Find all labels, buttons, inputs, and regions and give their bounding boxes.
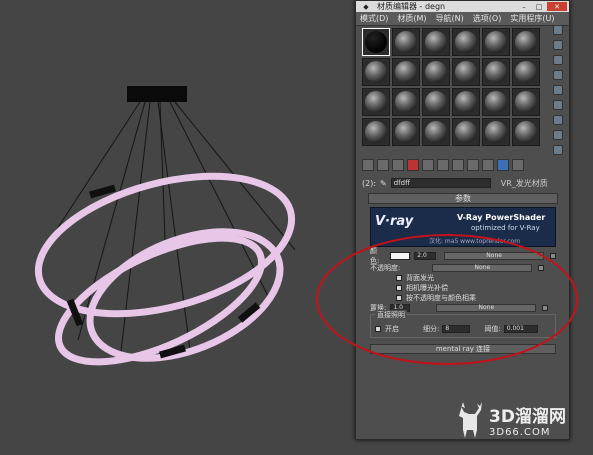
highlight-circle: [316, 234, 578, 365]
bottom-toolbar: [362, 159, 557, 173]
backlight-icon[interactable]: [553, 40, 563, 50]
menu-bar: 模式(D) 材质(M) 导航(N) 选项(O) 实用程序(U): [356, 12, 569, 26]
video-color-check-icon[interactable]: [553, 85, 563, 95]
material-slot-active[interactable]: [362, 28, 390, 56]
show-map-icon[interactable]: [467, 159, 479, 171]
menu-navigation[interactable]: 导航(N): [436, 13, 464, 24]
go-forward-icon[interactable]: [512, 159, 524, 171]
assign-material-icon[interactable]: [392, 159, 404, 171]
material-slot-label: (2):: [362, 178, 377, 188]
color-map-toggle[interactable]: [550, 253, 556, 259]
material-slot[interactable]: [512, 88, 540, 116]
go-to-parent-icon[interactable]: [497, 159, 509, 171]
select-by-material-icon[interactable]: [553, 130, 563, 140]
menu-utilities[interactable]: 实用程序(U): [510, 13, 554, 24]
material-slot[interactable]: [512, 28, 540, 56]
material-slot[interactable]: [362, 118, 390, 146]
material-slot[interactable]: [482, 88, 510, 116]
banner-title: V-Ray PowerShader: [457, 213, 546, 222]
material-slot[interactable]: [362, 58, 390, 86]
material-id-icon[interactable]: [452, 159, 464, 171]
material-slot[interactable]: [452, 118, 480, 146]
title-bar: ◆ 材质编辑器 - degn – □ ✕: [356, 1, 569, 12]
banner-subtitle: optimized for V-Ray: [471, 224, 540, 232]
material-slot[interactable]: [392, 28, 420, 56]
menu-mode[interactable]: 模式(D): [360, 13, 388, 24]
material-slot[interactable]: [482, 118, 510, 146]
watermark: 3D溜溜网 3D66.COM: [455, 396, 590, 444]
options-icon[interactable]: [553, 115, 563, 125]
material-slots: [362, 28, 542, 148]
maximize-icon[interactable]: □: [532, 2, 546, 11]
reset-map-icon[interactable]: [407, 159, 419, 171]
material-slot[interactable]: [482, 58, 510, 86]
make-unique-icon[interactable]: [422, 159, 434, 171]
material-navigator-icon[interactable]: [553, 145, 563, 155]
material-slot[interactable]: [422, 58, 450, 86]
material-slot[interactable]: [392, 118, 420, 146]
uv-tiling-icon[interactable]: [553, 70, 563, 80]
material-slot[interactable]: [452, 88, 480, 116]
watermark-main: 3D溜溜网: [489, 407, 566, 427]
material-name-field[interactable]: dfdff: [390, 178, 491, 188]
material-slot[interactable]: [362, 88, 390, 116]
material-slot[interactable]: [512, 118, 540, 146]
vray-logo: V·ray: [375, 214, 414, 229]
deer-logo-icon: [459, 402, 482, 438]
material-slot[interactable]: [422, 28, 450, 56]
sample-type-icon[interactable]: [553, 25, 563, 35]
put-to-library-icon[interactable]: [437, 159, 449, 171]
material-slot[interactable]: [482, 28, 510, 56]
background-icon[interactable]: [553, 55, 563, 65]
material-name-row: (2): ✎ dfdff VR_发光材质: [362, 177, 567, 189]
params-rollout-header[interactable]: 参数: [368, 193, 558, 204]
material-slot[interactable]: [452, 28, 480, 56]
material-slot[interactable]: [512, 58, 540, 86]
put-to-scene-icon[interactable]: [377, 159, 389, 171]
close-icon[interactable]: ✕: [547, 2, 567, 11]
menu-options[interactable]: 选项(O): [473, 13, 502, 24]
get-material-icon[interactable]: [362, 159, 374, 171]
material-slot[interactable]: [422, 118, 450, 146]
eyedropper-icon[interactable]: ✎: [380, 179, 387, 188]
material-type-button[interactable]: VR_发光材质: [501, 178, 548, 189]
material-slot[interactable]: [392, 88, 420, 116]
minimize-icon[interactable]: –: [517, 2, 531, 11]
menu-material[interactable]: 材质(M): [397, 13, 426, 24]
material-slot[interactable]: [392, 58, 420, 86]
material-editor-window[interactable]: ◆ 材质编辑器 - degn – □ ✕ 模式(D) 材质(M) 导航(N) 选…: [355, 0, 570, 440]
material-slot[interactable]: [452, 58, 480, 86]
side-toolbar: [553, 25, 569, 155]
make-preview-icon[interactable]: [553, 100, 563, 110]
window-title: 材质编辑器 - degn: [377, 2, 446, 11]
show-end-result-icon[interactable]: [482, 159, 494, 171]
material-slot[interactable]: [422, 88, 450, 116]
app-icon: ◆: [363, 2, 369, 11]
watermark-sub: 3D66.COM: [489, 427, 551, 438]
